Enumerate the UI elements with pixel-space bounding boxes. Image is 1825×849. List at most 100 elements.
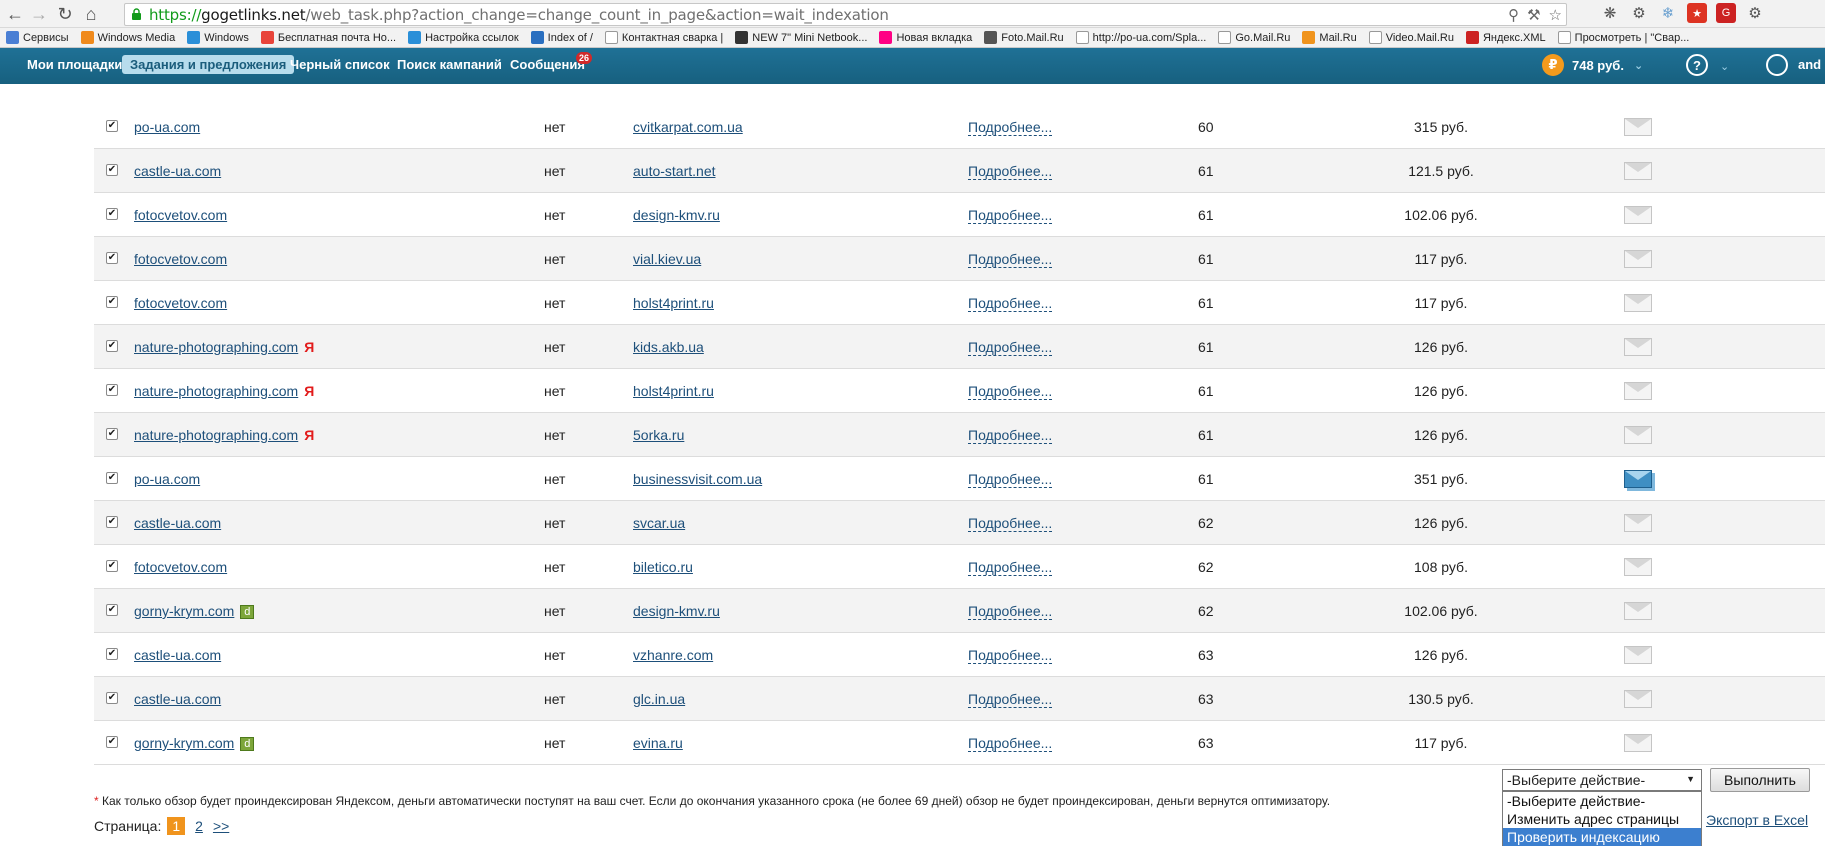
menu-campaign-search[interactable]: Поиск кампаний [397,57,502,72]
row-checkbox[interactable]: ✔ [106,472,118,484]
menu-tasks-offers[interactable]: Задания и предложения [122,55,295,74]
execute-button[interactable]: Выполнить [1710,768,1810,792]
row-checkbox[interactable]: ✔ [106,208,118,220]
bookmark-item[interactable]: Просмотреть | "Свар... [1557,31,1689,44]
row-checkbox[interactable]: ✔ [106,604,118,616]
mail-icon[interactable] [1624,250,1652,268]
page-2-link[interactable]: 2 [195,818,203,834]
target-link[interactable]: evina.ru [633,735,683,751]
extension-bug-icon[interactable]: ❋ [1600,3,1620,23]
mail-icon[interactable] [1624,382,1652,400]
reload-icon[interactable]: ↻ [54,3,76,25]
bookmark-item[interactable]: Mail.Ru [1302,31,1357,44]
details-link[interactable]: Подробнее... [968,603,1053,620]
bookmark-item[interactable]: Windows Media [80,31,175,44]
mail-active-icon[interactable] [1624,470,1652,488]
row-checkbox[interactable]: ✔ [106,692,118,704]
details-link[interactable]: Подробнее... [968,295,1053,312]
row-checkbox[interactable]: ✔ [106,736,118,748]
menu-blacklist[interactable]: Черный список [290,57,390,72]
details-link[interactable]: Подробнее... [968,383,1053,400]
details-link[interactable]: Подробнее... [968,515,1053,532]
site-link[interactable]: castle-ua.com [134,163,221,179]
row-checkbox[interactable]: ✔ [106,120,118,132]
action-option[interactable]: -Выберите действие- [1503,792,1701,810]
bookmark-item[interactable]: Яндекс.XML [1465,31,1546,44]
mail-icon[interactable] [1624,118,1652,136]
user-icon[interactable] [1766,54,1788,76]
site-link[interactable]: gorny-krym.com d [134,603,255,619]
mail-icon[interactable] [1624,690,1652,708]
back-arrow-icon[interactable]: ← [4,3,26,25]
target-link[interactable]: vzhanre.com [633,647,713,663]
mail-icon[interactable] [1624,338,1652,356]
details-link[interactable]: Подробнее... [968,207,1053,224]
home-icon[interactable]: ⌂ [80,3,102,25]
action-option[interactable]: Проверить индексацию [1503,828,1701,846]
target-link[interactable]: 5orka.ru [633,427,684,443]
target-link[interactable]: design-kmv.ru [633,207,720,223]
details-link[interactable]: Подробнее... [968,119,1053,136]
site-link[interactable]: castle-ua.com [134,647,221,663]
target-link[interactable]: auto-start.net [633,163,716,179]
row-checkbox[interactable]: ✔ [106,384,118,396]
target-link[interactable]: kids.akb.ua [633,339,704,355]
details-link[interactable]: Подробнее... [968,251,1053,268]
details-link[interactable]: Подробнее... [968,427,1053,444]
details-link[interactable]: Подробнее... [968,471,1053,488]
bookmark-item[interactable]: Go.Mail.Ru [1218,31,1290,44]
site-link[interactable]: nature-photographing.com Я [134,339,314,355]
row-checkbox[interactable]: ✔ [106,560,118,572]
site-link[interactable]: po-ua.com [134,119,200,135]
row-checkbox[interactable]: ✔ [106,516,118,528]
extension-g-icon[interactable]: G [1716,3,1736,23]
bookmark-item[interactable]: Сервисы [6,31,69,44]
bookmark-item[interactable]: Windows [187,31,249,44]
details-link[interactable]: Подробнее... [968,559,1053,576]
mail-icon[interactable] [1624,602,1652,620]
mail-icon[interactable] [1624,162,1652,180]
row-checkbox[interactable]: ✔ [106,252,118,264]
target-link[interactable]: svcar.ua [633,515,685,531]
mail-icon[interactable] [1624,206,1652,224]
next-page-link[interactable]: >> [213,818,229,834]
details-link[interactable]: Подробнее... [968,339,1053,356]
mail-icon[interactable] [1624,294,1652,312]
mail-icon[interactable] [1624,426,1652,444]
details-link[interactable]: Подробнее... [968,647,1053,664]
site-link[interactable]: nature-photographing.com Я [134,427,314,443]
bookmark-item[interactable]: Новая вкладка [879,31,972,44]
address-bar[interactable]: https://gogetlinks.net/web_task.php?acti… [124,3,1567,26]
help-icon[interactable]: ? [1686,54,1708,76]
site-link[interactable]: fotocvetov.com [134,295,227,311]
row-checkbox[interactable]: ✔ [106,164,118,176]
bookmark-item[interactable]: Index of / [530,31,593,44]
target-link[interactable]: design-kmv.ru [633,603,720,619]
bookmark-item[interactable]: Бесплатная почта Но... [260,31,396,44]
details-link[interactable]: Подробнее... [968,691,1053,708]
target-link[interactable]: cvitkarpat.com.ua [633,119,743,135]
bookmark-item[interactable]: http://po-ua.com/Spla... [1075,31,1206,44]
bookmark-item[interactable]: Foto.Mail.Ru [984,31,1064,44]
site-link[interactable]: castle-ua.com [134,691,221,707]
export-excel-link[interactable]: Экспорт в Excel [1706,812,1808,828]
row-checkbox[interactable]: ✔ [106,428,118,440]
row-checkbox[interactable]: ✔ [106,648,118,660]
extension-gear2-icon[interactable]: ⚙ [1745,3,1765,23]
site-link[interactable]: po-ua.com [134,471,200,487]
menu-messages[interactable]: Сообщения 26 [510,52,593,72]
row-checkbox[interactable]: ✔ [106,296,118,308]
mail-icon[interactable] [1624,514,1652,532]
details-link[interactable]: Подробнее... [968,735,1053,752]
wrench-icon[interactable]: ⚒ [1527,6,1540,24]
bookmark-item[interactable]: Video.Mail.Ru [1368,31,1454,44]
extension-bird-icon[interactable]: ★ [1687,3,1707,23]
extension-gear-icon[interactable]: ⚙ [1629,3,1649,23]
mail-icon[interactable] [1624,558,1652,576]
mail-icon[interactable] [1624,734,1652,752]
target-link[interactable]: holst4print.ru [633,295,714,311]
extension-snowflake-icon[interactable]: ❄ [1658,3,1678,23]
forward-arrow-icon[interactable]: → [28,3,50,25]
balance-dropdown[interactable]: ₽ 748 руб. ⌄ [1542,54,1643,76]
site-link[interactable]: fotocvetov.com [134,207,227,223]
